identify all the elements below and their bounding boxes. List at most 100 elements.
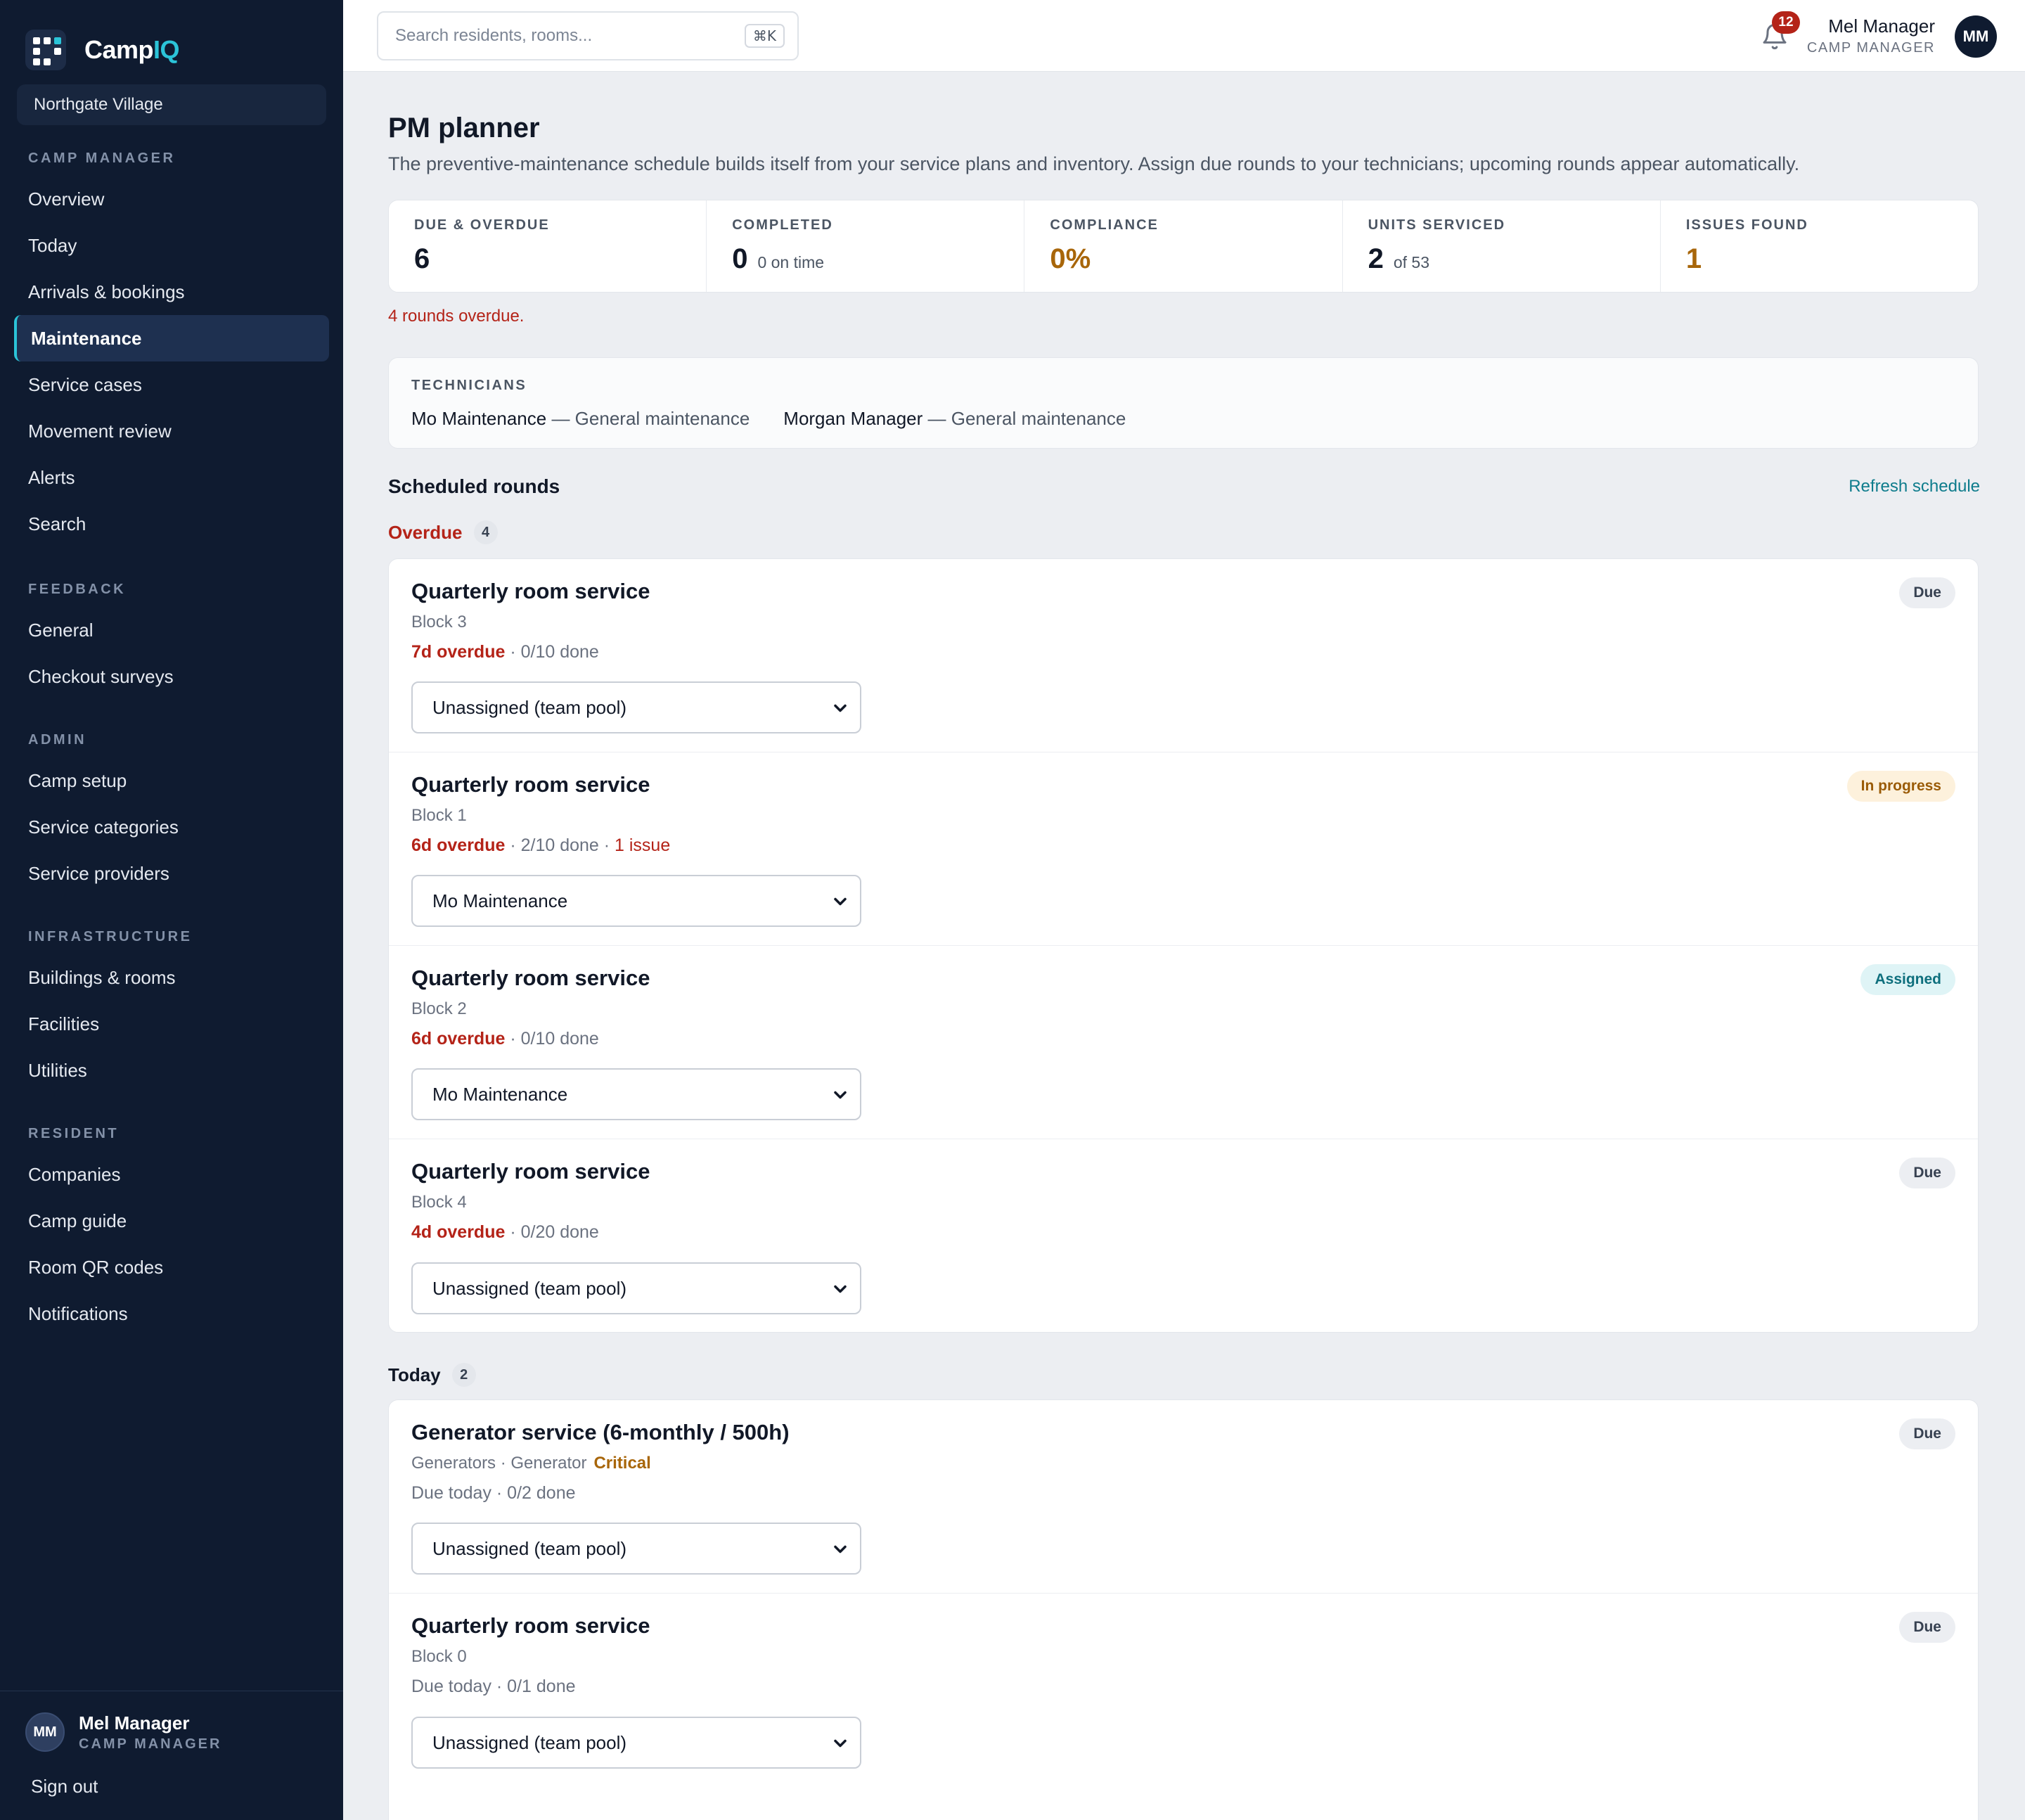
chevron-down-icon [834,704,847,712]
nav-group-infrastructure: INFRASTRUCTURE Buildings & rooms Facilit… [0,926,343,1094]
brand-name: CampIQ [84,35,180,64]
nav-item-service-categories[interactable]: Service categories [0,804,343,850]
stats-bar: DUE & OVERDUE 6 COMPLETED 00 on time COM… [388,200,1979,293]
topbar: ⌘K 12 Mel Manager CAMP MANAGER MM [343,0,2025,72]
nav-group-feedback: FEEDBACK General Checkout surveys [0,579,343,700]
avatar[interactable]: MM [1955,15,1997,58]
round-item: Quarterly room service Block 3 7d overdu… [389,559,1978,752]
sign-out-link[interactable]: Sign out [31,1776,98,1797]
nav-item-service-providers[interactable]: Service providers [0,850,343,897]
group-count-badge: 2 [451,1363,476,1387]
nav-item-utilities[interactable]: Utilities [0,1047,343,1094]
nav-item-notifications[interactable]: Notifications [0,1290,343,1337]
nav-heading: FEEDBACK [28,582,127,597]
refresh-schedule-link[interactable]: Refresh schedule [1849,477,1980,496]
nav-item-camp-guide[interactable]: Camp guide [0,1198,343,1244]
assignee-select[interactable]: Unassigned (team pool) [411,1523,861,1575]
round-meta: 4d overdue · 0/20 done [411,1222,599,1242]
round-location: Block 0 [411,1647,467,1666]
nav-item-maintenance[interactable]: Maintenance [14,315,329,361]
user-name: Mel Manager [1828,15,1935,37]
stat-units-serviced: UNITS SERVICED 2 of 53 [1343,200,1661,292]
user-name: Mel Manager [79,1712,190,1734]
group-label: Today [388,1364,441,1385]
round-meta: 6d overdue · 2/10 done · 1 issue [411,835,671,855]
nav-heading: CAMP MANAGER [28,150,176,166]
round-title: Quarterly room service [411,966,650,990]
round-location: Block 1 [411,806,467,825]
nav-item-camp-setup[interactable]: Camp setup [0,757,343,804]
round-title: Quarterly room service [411,772,650,797]
status-badge: Due [1899,577,1955,608]
round-item: Quarterly room service Block 1 6d overdu… [389,752,1978,946]
group-header-today: Today 2 [388,1363,476,1387]
nav-item-arrivals-bookings[interactable]: Arrivals & bookings [0,269,343,315]
user-role: CAMP MANAGER [79,1736,222,1752]
nav-heading: RESIDENT [28,1126,120,1141]
assignee-select[interactable]: Unassigned (team pool) [411,681,861,733]
assignee-select[interactable]: Mo Maintenance [411,875,861,927]
critical-tag: Critical [593,1454,651,1473]
chevron-down-icon [834,1091,847,1099]
sidebar-footer: MM Mel Manager CAMP MANAGER Sign out [0,1691,343,1820]
search-input[interactable] [395,26,733,46]
today-rounds-list: Generator service (6-monthly / 500h) Gen… [388,1399,1979,1820]
chevron-down-icon [834,1545,847,1553]
nav-item-movement-review[interactable]: Movement review [0,408,343,454]
nav-item-service-cases[interactable]: Service cases [0,361,343,408]
nav-item-general[interactable]: General [0,607,343,653]
group-count-badge: 4 [473,520,498,544]
round-item: Quarterly room service Block 0 Due today… [389,1594,1978,1787]
user-menu[interactable]: Mel Manager CAMP MANAGER [1807,15,1935,56]
technicians-heading: TECHNICIANS [411,378,527,393]
stat-due-overdue: DUE & OVERDUE 6 [389,200,707,292]
group-label: Overdue [388,521,463,543]
round-title: Quarterly room service [411,1613,650,1638]
nav-item-companies[interactable]: Companies [0,1151,343,1198]
status-badge: Assigned [1860,964,1955,995]
round-item: Quarterly room service Block 4 4d overdu… [389,1139,1978,1332]
status-badge: In progress [1846,771,1955,802]
avatar[interactable]: MM [25,1712,65,1752]
status-badge: Due [1899,1612,1955,1643]
round-title: Quarterly room service [411,1159,650,1184]
grid-logo-icon [25,30,66,70]
round-location: Generators · Generator Critical [411,1454,651,1473]
nav-item-checkout-surveys[interactable]: Checkout surveys [0,653,343,700]
nav-item-alerts[interactable]: Alerts [0,454,343,501]
status-badge: Due [1899,1418,1955,1449]
sidebar: CampIQ Northgate Village CAMP MANAGER Ov… [0,0,343,1820]
round-meta: Due today · 0/2 done [411,1483,576,1503]
chevron-down-icon [834,897,847,906]
user-role: CAMP MANAGER [1806,40,1935,56]
nav-group-admin: ADMIN Camp setup Service categories Serv… [0,729,343,897]
technician-item: Morgan Manager — General maintenance [783,408,1126,429]
nav-item-facilities[interactable]: Facilities [0,1001,343,1047]
nav-item-today[interactable]: Today [0,222,343,269]
page-title: PM planner [388,113,540,143]
assignee-select[interactable]: Mo Maintenance [411,1068,861,1120]
round-item: Quarterly room service Block 2 6d overdu… [389,946,1978,1139]
page-subtitle: The preventive-maintenance schedule buil… [388,153,1800,174]
round-location: Block 2 [411,999,467,1018]
overdue-warning: 4 rounds overdue. [388,307,525,326]
round-location: Block 4 [411,1193,467,1212]
assignee-select[interactable]: Unassigned (team pool) [411,1262,861,1314]
brand[interactable]: CampIQ [25,30,180,70]
group-header-overdue: Overdue 4 [388,520,498,544]
nav-item-room-qr-codes[interactable]: Room QR codes [0,1244,343,1290]
nav-item-buildings-rooms[interactable]: Buildings & rooms [0,954,343,1001]
nav-group-camp-manager: CAMP MANAGER Overview Today Arrivals & b… [0,148,343,547]
nav-item-search[interactable]: Search [0,501,343,547]
camp-selector[interactable]: Northgate Village [17,84,326,125]
stat-completed: COMPLETED 00 on time [707,200,1025,292]
search-box[interactable]: ⌘K [377,11,799,60]
status-badge: Due [1899,1158,1955,1188]
round-meta: Due today · 0/1 done [411,1677,576,1696]
round-meta: 6d overdue · 0/10 done [411,1029,599,1049]
nav-item-overview[interactable]: Overview [0,176,343,222]
assignee-select[interactable]: Unassigned (team pool) [411,1717,861,1769]
round-meta: 7d overdue · 0/10 done [411,642,599,662]
overdue-rounds-list: Quarterly room service Block 3 7d overdu… [388,558,1979,1333]
nav-heading: INFRASTRUCTURE [28,929,193,944]
